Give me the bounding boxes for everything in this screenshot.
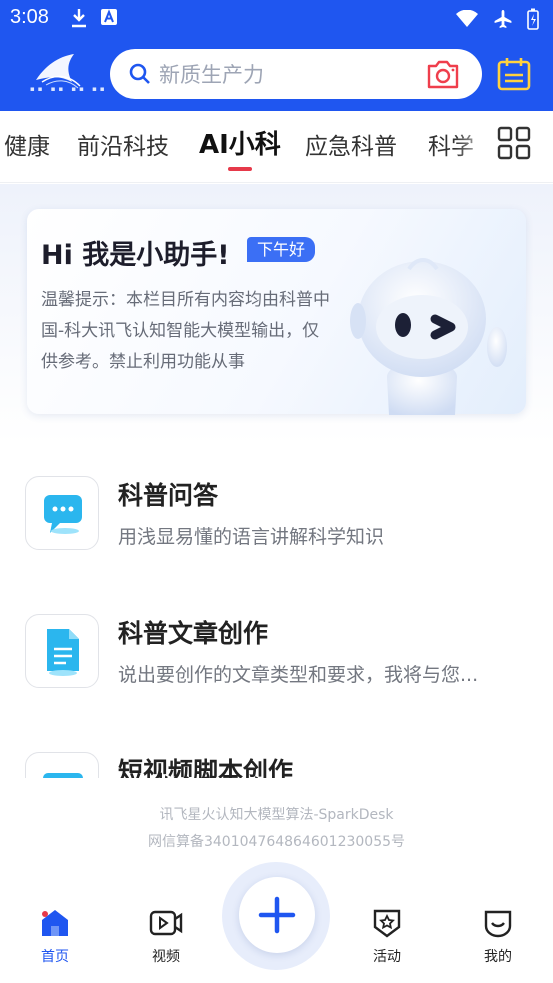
tab-ai-xiaoke[interactable]: AI小科 (199, 124, 281, 161)
tab-overflow-fade (455, 111, 495, 181)
robot-mascot-icon (350, 258, 507, 415)
chat-bubble-icon (44, 495, 82, 534)
search-input[interactable]: 新质生产力 (159, 59, 264, 89)
camera-icon[interactable] (426, 57, 460, 91)
feature-article-title: 科普文章创作 (118, 619, 269, 648)
nav-profile-label: 我的 (484, 949, 512, 965)
battery-icon (527, 8, 539, 30)
footer-registration: 网信算备340104764864601230055号 (147, 834, 406, 850)
time-greeting-badge: 下午好 (247, 237, 316, 262)
assistant-notice: 温馨提示：本栏目所有内容均由科普中国-科大讯飞认知智能大模型输出，仅供参考。禁止… (41, 290, 330, 372)
nav-home-label: 首页 (41, 949, 69, 965)
home-icon (42, 910, 68, 936)
calendar-icon[interactable] (496, 56, 532, 92)
nav-activity-label: 活动 (373, 949, 401, 965)
airplane-mode-icon (494, 10, 512, 28)
logo-caption-decoration: ▪▪ ▪▪ ▪▪ ▪▪ (30, 85, 108, 93)
status-time: 3:08 (10, 6, 49, 28)
document-icon (47, 629, 79, 676)
feature-article[interactable]: 科普文章创作 说出要创作的文章类型和要求，我将与您... (25, 614, 535, 690)
grid-menu-icon[interactable] (497, 126, 531, 160)
tab-frontier-tech[interactable]: 前沿科技 (77, 127, 169, 161)
feature-qa-icon-box (25, 476, 99, 550)
nav-video-label: 视频 (152, 949, 180, 965)
download-icon (72, 9, 86, 28)
assistant-greeting: Hi 我是小助手! (41, 240, 230, 271)
category-tabs: 健康 前沿科技 AI小科 应急科普 科学 (0, 111, 553, 183)
tab-health[interactable]: 健康 (4, 127, 50, 161)
search-bar[interactable]: 新质生产力 (110, 49, 482, 99)
status-bar: 3:08 (0, 0, 553, 38)
nav-video[interactable]: 视频 (136, 908, 196, 966)
app-header: 3:08 ▪▪ ▪▪ ▪▪ ▪▪ 新质生产力 (0, 0, 553, 111)
tab-emergency[interactable]: 应急科普 (305, 127, 397, 161)
footer-algorithm-name: 讯飞星火认知大模型算法-SparkDesk (159, 807, 394, 823)
nav-profile[interactable]: 我的 (468, 908, 528, 966)
feature-qa[interactable]: 科普问答 用浅显易懂的语言讲解科学知识 (25, 476, 535, 552)
feature-article-desc: 说出要创作的文章类型和要求，我将与您... (118, 664, 479, 686)
profile-icon (484, 910, 512, 938)
nav-activity[interactable]: 活动 (357, 908, 417, 966)
feature-qa-title: 科普问答 (118, 481, 219, 510)
feature-article-icon-box (25, 614, 99, 688)
feature-qa-desc: 用浅显易懂的语言讲解科学知识 (118, 526, 385, 548)
star-badge-icon (373, 909, 401, 938)
assistant-card: Hi 我是小助手! 下午好 温馨提示：本栏目所有内容均由科普中国-科大讯飞认知智… (27, 209, 526, 415)
video-icon (149, 910, 183, 936)
search-icon (129, 63, 150, 84)
app-notification-icon (101, 9, 117, 25)
nav-home[interactable]: 首页 (25, 908, 85, 966)
active-tab-indicator (228, 167, 252, 171)
plus-icon[interactable] (256, 894, 298, 936)
wifi-icon (456, 10, 478, 27)
